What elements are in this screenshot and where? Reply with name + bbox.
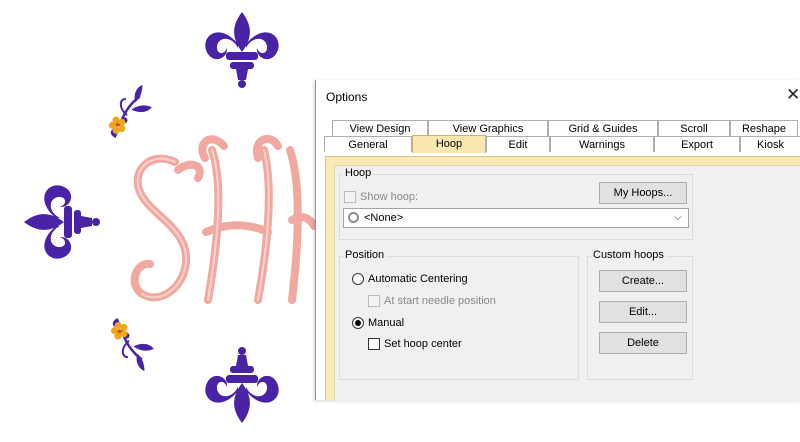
fleur-de-lis-icon — [24, 185, 100, 259]
position-group-label: Position — [343, 249, 387, 261]
tab-general[interactable]: General — [324, 136, 412, 152]
tab-strip: View Design View Graphics Grid & Guides … — [324, 120, 800, 156]
create-button[interactable]: Create... — [599, 270, 687, 292]
delete-button[interactable]: Delete — [599, 332, 687, 354]
manual-radio[interactable] — [352, 317, 364, 329]
hoop-settings-area: Hoop Show hoop: My Hoops... <None> ⌵ Pos… — [334, 165, 800, 401]
tab-warnings[interactable]: Warnings — [550, 136, 654, 152]
set-hoop-center-checkbox[interactable] — [368, 338, 380, 350]
flower-sprig-icon — [100, 315, 161, 373]
chevron-down-icon[interactable]: ⌵ — [674, 212, 682, 223]
tab-grid-guides[interactable]: Grid & Guides — [548, 120, 658, 136]
tab-view-graphics[interactable]: View Graphics — [428, 120, 548, 136]
fleur-de-lis-icon — [205, 12, 279, 88]
hoop-group-label: Hoop — [343, 167, 374, 179]
show-hoop-checkbox[interactable] — [344, 191, 356, 203]
flower-sprig-icon — [98, 83, 159, 141]
tab-reshape[interactable]: Reshape — [730, 120, 798, 136]
fleur-de-lis-icon — [205, 347, 279, 423]
edit-button[interactable]: Edit... — [599, 301, 687, 323]
tab-view-design[interactable]: View Design — [332, 120, 428, 136]
hoop-tab-panel: Hoop Show hoop: My Hoops... <None> ⌵ Pos… — [325, 156, 800, 401]
tab-kiosk[interactable]: Kiosk — [740, 136, 800, 152]
at-start-needle-label: At start needle position — [384, 295, 496, 307]
dialog-title: Options — [326, 90, 368, 104]
hoop-select-value: <None> — [364, 212, 404, 224]
show-hoop-label: Show hoop: — [360, 191, 419, 203]
tab-scroll[interactable]: Scroll — [658, 120, 730, 136]
custom-hoops-group-label: Custom hoops — [591, 249, 666, 261]
automatic-centering-label: Automatic Centering — [368, 273, 468, 285]
manual-label: Manual — [368, 317, 405, 329]
options-dialog: Options ✕ View Design View Graphics Grid… — [315, 80, 800, 401]
my-hoops-button[interactable]: My Hoops... — [599, 182, 687, 204]
at-start-needle-checkbox[interactable] — [368, 295, 380, 307]
hoop-select[interactable]: <None> ⌵ — [343, 208, 689, 228]
tab-hoop[interactable]: Hoop — [412, 135, 486, 153]
tab-export[interactable]: Export — [654, 136, 740, 152]
close-icon[interactable]: ✕ — [786, 85, 800, 105]
hoop-icon — [348, 212, 359, 223]
monogram-letters — [130, 134, 318, 304]
set-hoop-center-label: Set hoop center — [384, 338, 462, 350]
tab-edit[interactable]: Edit — [486, 136, 550, 152]
automatic-centering-radio[interactable] — [352, 273, 364, 285]
title-bar: Options ✕ — [316, 80, 800, 113]
